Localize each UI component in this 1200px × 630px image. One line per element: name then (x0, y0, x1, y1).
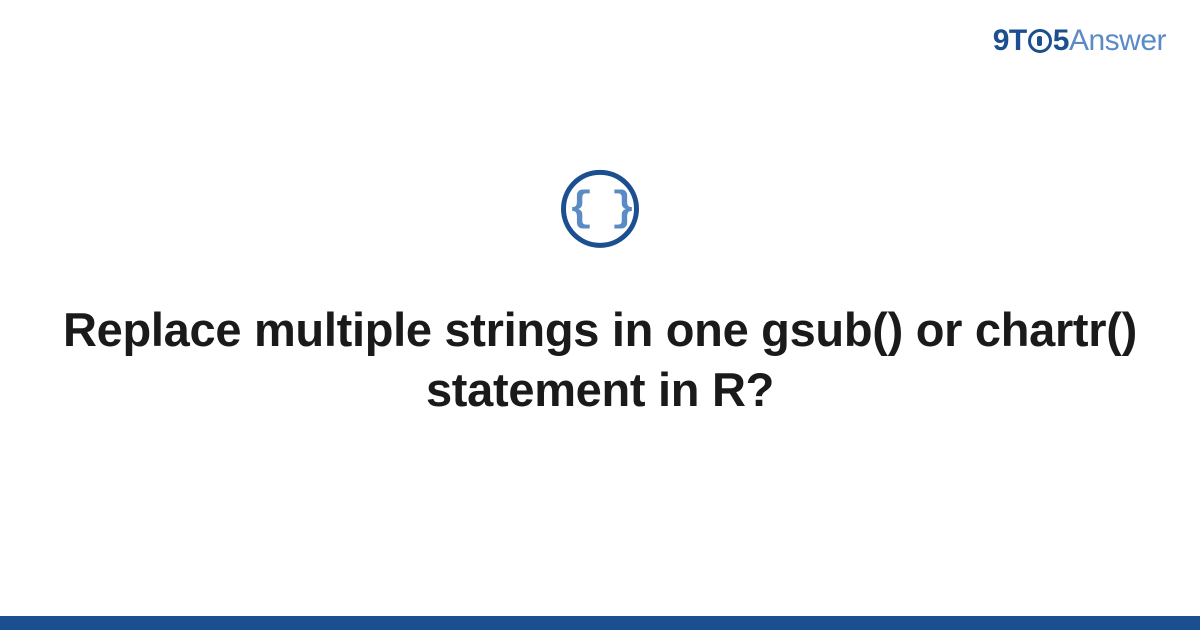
logo-text-9t: 9T (993, 24, 1027, 58)
site-logo: 9T 5 Answer (993, 24, 1166, 58)
main-content: { } Replace multiple strings in one gsub… (0, 170, 1200, 420)
logo-clock-icon (1028, 29, 1052, 53)
question-title: Replace multiple strings in one gsub() o… (60, 300, 1140, 420)
braces-glyph: { } (568, 188, 632, 230)
logo-text-answer: Answer (1069, 24, 1166, 58)
logo-text-5: 5 (1053, 24, 1069, 58)
code-braces-icon: { } (561, 170, 639, 248)
footer-accent-bar (0, 616, 1200, 630)
